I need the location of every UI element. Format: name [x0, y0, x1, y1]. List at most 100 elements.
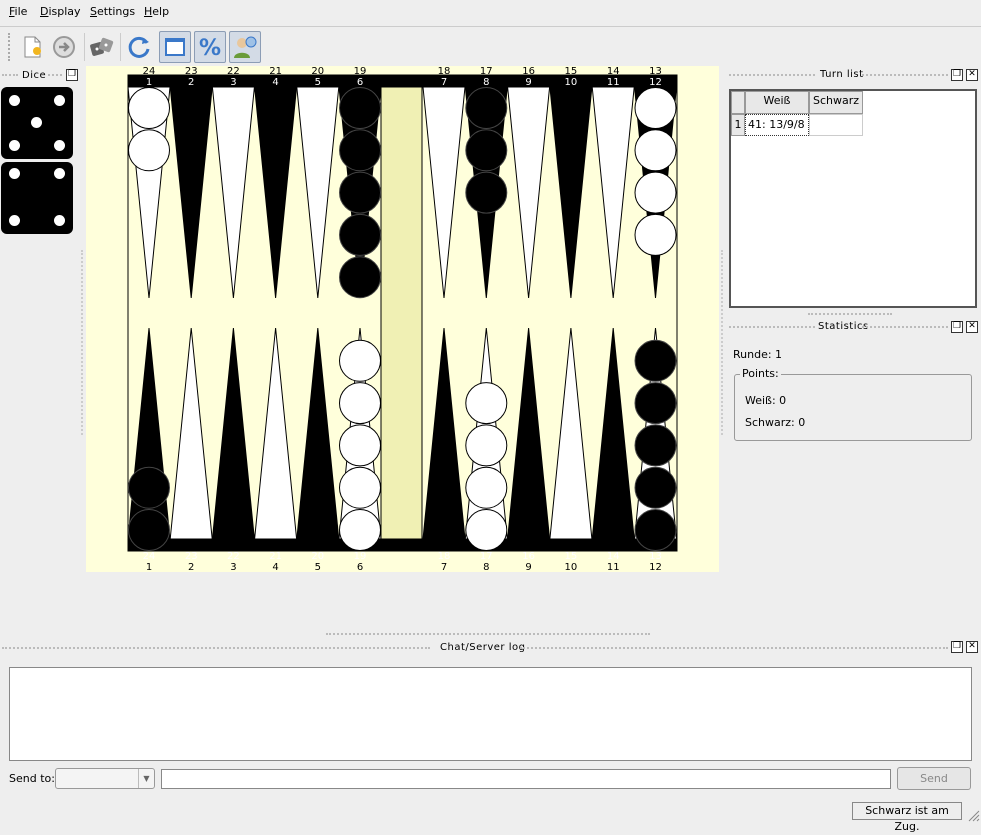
send-to-select[interactable]: ▼	[55, 768, 155, 789]
dock-grip[interactable]	[862, 326, 948, 330]
reload-icon	[128, 36, 150, 58]
resize-grip-icon[interactable]	[966, 808, 980, 822]
float-icon: ❐	[952, 321, 962, 331]
float-icon: ❐	[952, 69, 962, 79]
checker-white	[634, 171, 677, 214]
players-button[interactable]	[229, 31, 261, 63]
message-input[interactable]	[161, 769, 891, 789]
die-pip	[9, 168, 20, 179]
checker-black	[634, 339, 677, 382]
menu-help[interactable]: Help	[144, 5, 169, 18]
die-pip	[54, 140, 65, 151]
float-icon: ❐	[67, 69, 77, 79]
chat-float-button[interactable]: ❐	[951, 641, 963, 653]
splitter[interactable]	[721, 250, 725, 435]
window-icon	[165, 38, 185, 56]
board-window-button[interactable]	[159, 31, 191, 63]
splitter[interactable]	[808, 313, 892, 317]
point-label: 10	[565, 562, 578, 572]
new-document-icon	[24, 36, 41, 58]
table-cell-black[interactable]	[809, 114, 863, 136]
dock-grip[interactable]	[520, 647, 948, 651]
points-white: Weiß: 0	[745, 394, 787, 407]
menu-settings[interactable]: Settings	[90, 5, 135, 18]
turnlist-close-button[interactable]: ✕	[966, 69, 978, 81]
checker-white	[339, 509, 381, 551]
turn-list-table[interactable]: Weiß Schwarz 1 41: 13/9/8	[729, 89, 977, 308]
die-pip	[54, 95, 65, 106]
point-label: 5	[315, 562, 321, 572]
dock-grip[interactable]	[2, 74, 18, 78]
dock-grip[interactable]	[729, 326, 815, 330]
checker-black	[339, 129, 381, 172]
checker-white	[339, 339, 381, 382]
reload-button[interactable]	[124, 31, 156, 63]
chat-close-button[interactable]: ✕	[966, 641, 978, 653]
point-label: 1	[146, 77, 152, 88]
status-message: Schwarz ist am Zug.	[852, 802, 962, 833]
board-svg[interactable]: 2412412322322232232142142052051961961871…	[86, 66, 719, 573]
point-label: 19	[354, 66, 367, 77]
point-label: 4	[272, 562, 278, 572]
chat-log[interactable]	[9, 667, 972, 761]
send-button[interactable]: Send	[897, 767, 971, 790]
dock-grip[interactable]	[2, 647, 430, 651]
die-pip	[9, 95, 20, 106]
checker-black	[339, 171, 381, 214]
stats-close-button[interactable]: ✕	[966, 321, 978, 333]
checker-white	[634, 213, 677, 256]
splitter[interactable]	[81, 250, 85, 435]
point-label: 17	[480, 66, 493, 77]
point-label: 6	[357, 562, 363, 572]
backgammon-board[interactable]: 24 1 24 1 23 2 23 2 22 3 22 3 21 4 21 4 20 5 20 5 19 6 19 6 18 7 1…	[86, 66, 719, 573]
checker-black	[634, 424, 677, 467]
checker-black	[465, 129, 508, 172]
checker-white	[634, 129, 677, 172]
forward-button[interactable]	[48, 31, 80, 63]
point-label: 3	[230, 562, 236, 572]
splitter[interactable]	[326, 633, 650, 637]
point-label: 12	[649, 562, 662, 572]
roll-dice-button[interactable]	[86, 31, 118, 63]
stats-float-button[interactable]: ❐	[951, 321, 963, 333]
dock-grip[interactable]	[729, 74, 815, 78]
new-game-button[interactable]	[16, 31, 48, 63]
dock-grip[interactable]	[48, 74, 62, 78]
point-label: 2	[188, 562, 194, 572]
point-label: 13	[649, 66, 662, 77]
checker-white	[465, 466, 508, 509]
close-icon: ✕	[968, 641, 976, 651]
percent-button[interactable]: %	[194, 31, 226, 63]
checker-black	[339, 213, 381, 256]
checker-black	[634, 466, 677, 509]
chevron-down-icon: ▼	[138, 769, 154, 788]
turnlist-float-button[interactable]: ❐	[951, 69, 963, 81]
point-label: 18	[438, 66, 451, 77]
point-label: 12	[649, 77, 662, 88]
point-label: 23	[185, 551, 198, 562]
user-icon	[234, 36, 257, 58]
dice-icon	[90, 37, 114, 56]
toolbar-grip[interactable]	[8, 33, 12, 61]
point-label: 24	[143, 551, 156, 562]
die-1	[1, 87, 73, 159]
column-header-black[interactable]: Schwarz	[809, 91, 863, 114]
menu-display[interactable]: Display	[40, 5, 81, 18]
dock-grip[interactable]	[862, 74, 948, 78]
table-cell-white[interactable]: 41: 13/9/8	[745, 114, 809, 136]
point-label: 11	[607, 562, 620, 572]
point-label: 15	[565, 551, 578, 562]
dice-float-button[interactable]: ❐	[66, 69, 78, 81]
point-label: 22	[227, 551, 240, 562]
points-black: Schwarz: 0	[745, 416, 806, 429]
point-label: 13	[649, 551, 662, 562]
checker-white	[634, 87, 677, 129]
point-label: 20	[311, 66, 324, 77]
point-label: 23	[185, 66, 198, 77]
menu-file[interactable]: File	[9, 5, 27, 18]
point-label: 1	[146, 562, 152, 572]
checker-black	[339, 256, 381, 299]
column-header-white[interactable]: Weiß	[745, 91, 809, 114]
point-label: 8	[483, 562, 489, 572]
point-label: 4	[272, 77, 278, 88]
